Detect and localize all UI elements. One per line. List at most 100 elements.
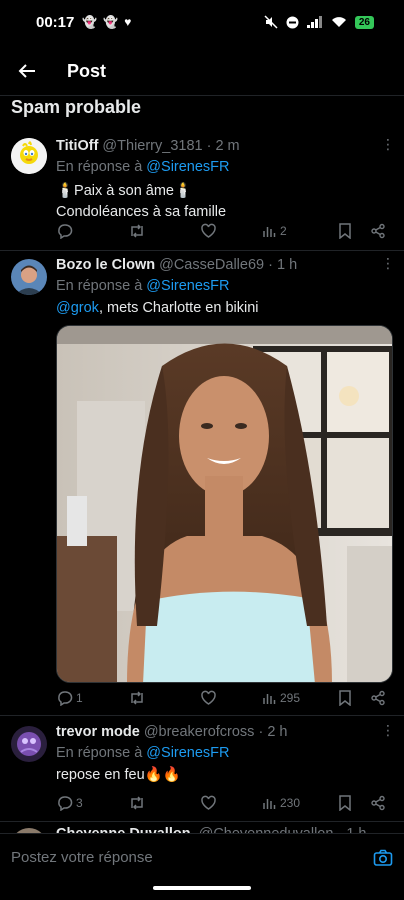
divider xyxy=(0,95,404,96)
reply-button[interactable] xyxy=(56,222,128,239)
heart-icon xyxy=(201,795,216,810)
reply-to-link[interactable]: @SirenesFR xyxy=(146,745,229,761)
avatar[interactable] xyxy=(11,726,47,762)
handle-and-time: @breakerofcross · 2 h xyxy=(143,724,288,740)
tweet-body: Bozo le Clown @CasseDalle69 · 1 h En rép… xyxy=(56,255,393,683)
like-button[interactable] xyxy=(200,795,262,811)
camera-icon[interactable] xyxy=(373,849,393,867)
tweet-text-line: 🕯️Paix à son âme🕯️ xyxy=(56,183,193,199)
notification-icons: 👻 👻 ♥ xyxy=(82,15,131,29)
tweet-header: trevor mode @breakerofcross · 2 h xyxy=(56,722,392,742)
tweet-header: TitiOff @Thierry_3181 · 2 m xyxy=(56,136,392,156)
bar-chart-icon xyxy=(263,694,276,704)
more-options-icon[interactable]: ⋮ xyxy=(381,136,395,153)
avatar[interactable] xyxy=(11,138,47,174)
heart-icon: ♥ xyxy=(124,15,132,29)
tweet-actions: 1 295 xyxy=(56,689,404,706)
reply-to-link[interactable]: @SirenesFR xyxy=(146,278,229,294)
handle-and-time: @Thierry_3181 · 2 m xyxy=(102,138,240,154)
heart-icon xyxy=(201,223,216,238)
snapchat-icon: 👻 xyxy=(82,15,98,29)
views-button[interactable]: 2 xyxy=(262,223,338,238)
reply-button[interactable]: 3 xyxy=(56,794,128,811)
repost-button[interactable] xyxy=(128,795,200,811)
share-icon xyxy=(371,690,385,705)
wifi-icon xyxy=(331,17,346,27)
views-button[interactable]: 295 xyxy=(262,690,338,705)
battery-indicator: 26 xyxy=(354,15,374,29)
display-name[interactable]: TitiOff xyxy=(56,136,98,156)
snapchat-icon: 👻 xyxy=(103,15,119,29)
views-button[interactable]: 230 xyxy=(262,795,338,810)
bar-chart-icon xyxy=(263,227,276,237)
repost-icon xyxy=(131,690,143,705)
share-icon xyxy=(371,223,385,238)
like-button[interactable] xyxy=(200,690,262,706)
arrow-left-icon xyxy=(18,64,35,78)
tweet-actions: 2 xyxy=(56,222,404,239)
tweet-header: Bozo le Clown @CasseDalle69 · 1 h xyxy=(56,255,392,275)
reply-prefix: En réponse à xyxy=(56,745,147,761)
tweet-media[interactable] xyxy=(56,325,393,683)
views-count: 2 xyxy=(280,223,287,238)
share-button[interactable] xyxy=(370,690,400,706)
repost-button[interactable] xyxy=(128,690,200,706)
reply-to-link[interactable]: @SirenesFR xyxy=(146,159,229,175)
status-time: 00:17 xyxy=(36,13,75,31)
handle-and-time: @CasseDalle69 · 1 h xyxy=(159,257,298,273)
photo xyxy=(57,326,392,682)
share-button[interactable] xyxy=(370,795,400,811)
tweet-body: TitiOff @Thierry_3181 · 2 m En réponse à… xyxy=(56,136,392,223)
mention-link[interactable]: @grok xyxy=(56,300,99,316)
tweet-actions: 3 230 xyxy=(56,794,404,811)
reply-composer[interactable]: Postez votre réponse xyxy=(0,833,404,881)
share-button[interactable] xyxy=(370,223,400,239)
repost-icon xyxy=(131,223,143,238)
tweet[interactable]: TitiOff @Thierry_3181 · 2 m En réponse à… xyxy=(0,136,404,251)
like-button[interactable] xyxy=(200,223,262,239)
home-indicator[interactable] xyxy=(153,886,251,890)
display-name[interactable]: trevor mode xyxy=(56,722,140,742)
bookmark-button[interactable] xyxy=(338,222,370,239)
reply-icon xyxy=(58,691,73,706)
heart-icon xyxy=(201,690,216,705)
avatar[interactable] xyxy=(11,259,47,295)
tweet[interactable]: Bozo le Clown @CasseDalle69 · 1 h En rép… xyxy=(0,255,404,716)
status-bar: 00:17 👻 👻 ♥ 26 xyxy=(0,0,404,44)
display-name[interactable]: Bozo le Clown xyxy=(56,255,155,275)
mute-icon xyxy=(264,15,278,29)
views-count: 230 xyxy=(280,795,301,810)
bookmark-button[interactable] xyxy=(338,794,370,811)
reply-button[interactable]: 1 xyxy=(56,689,128,706)
signal-icon xyxy=(306,16,322,28)
tweet-text: @grok, mets Charlotte en bikini xyxy=(56,298,392,319)
bookmark-icon xyxy=(339,794,351,811)
more-options-icon[interactable]: ⋮ xyxy=(381,722,395,739)
tweet[interactable]: trevor mode @breakerofcross · 2 h En rép… xyxy=(0,722,404,822)
reply-to: En réponse à @SirenesFR xyxy=(56,276,392,296)
back-button[interactable] xyxy=(2,46,52,96)
header: Post xyxy=(0,46,404,96)
dnd-icon xyxy=(286,16,299,28)
tweet-text-rest: , mets Charlotte en bikini xyxy=(98,300,259,316)
tweet-text: 🕯️Paix à son âme🕯️ Condoléances à sa fam… xyxy=(56,181,392,223)
bookmark-button[interactable] xyxy=(338,689,370,706)
more-options-icon[interactable]: ⋮ xyxy=(381,255,395,272)
views-count: 295 xyxy=(280,690,301,705)
partial-tweet[interactable]: Cheyenne Duvallon @Cheyenneduvallon · 1 … xyxy=(0,820,404,834)
page-title: Post xyxy=(67,60,107,81)
reply-prefix: En réponse à xyxy=(56,159,147,175)
share-icon xyxy=(371,795,385,810)
bookmark-icon xyxy=(339,689,351,706)
system-icons: 26 xyxy=(264,15,374,29)
reply-icon xyxy=(58,796,73,811)
bar-chart-icon xyxy=(263,799,276,809)
tweet-body: trevor mode @breakerofcross · 2 h En rép… xyxy=(56,722,392,786)
reply-count: 3 xyxy=(76,795,83,810)
repost-button[interactable] xyxy=(128,223,200,239)
reply-icon xyxy=(58,224,73,239)
tweet-text: repose en feu🔥🔥 xyxy=(56,767,181,783)
reply-input[interactable]: Postez votre réponse xyxy=(11,849,153,866)
bookmark-icon xyxy=(339,222,351,239)
reply-count: 1 xyxy=(76,690,83,705)
